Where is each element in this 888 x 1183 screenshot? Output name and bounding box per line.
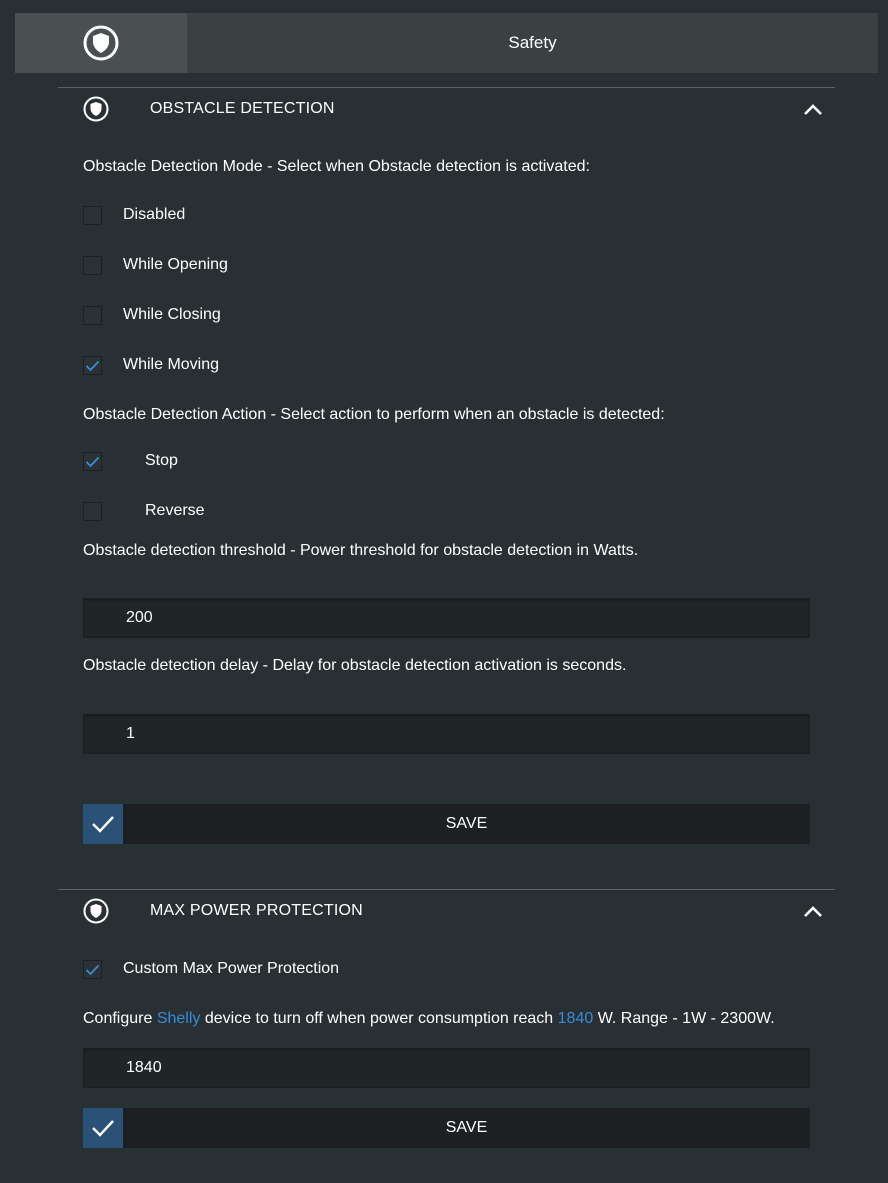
checkbox[interactable]: [83, 452, 102, 471]
save-button-label: SAVE: [445, 1119, 488, 1136]
collapse-chevron-icon[interactable]: [802, 103, 824, 122]
delay-prompt: Obstacle detection delay - Delay for obs…: [83, 657, 627, 674]
action-option-label: Reverse: [145, 502, 205, 519]
obstacle-save-button[interactable]: SAVE: [123, 804, 810, 844]
threshold-input[interactable]: 200: [83, 598, 810, 638]
shield-icon: [83, 25, 119, 61]
power-limit-value: 1840: [557, 1010, 594, 1027]
save-check-icon-box[interactable]: [83, 1108, 123, 1148]
mode-option-label: While Opening: [123, 256, 228, 273]
description-middle: device to turn off when power consumptio…: [200, 1010, 558, 1027]
checkbox[interactable]: [83, 206, 102, 225]
action-prompt: Obstacle Detection Action - Select actio…: [83, 406, 665, 423]
mode-option-while-closing[interactable]: [83, 306, 102, 325]
max-power-section-title: MAX POWER PROTECTION: [150, 902, 363, 919]
section-divider: [58, 87, 835, 88]
collapse-chevron-icon[interactable]: [802, 905, 824, 924]
action-option-label: Stop: [145, 452, 178, 469]
device-name: Shelly: [156, 1010, 201, 1027]
obstacle-shield-icon: [83, 96, 109, 127]
max-power-shield-icon: [83, 898, 109, 929]
action-option-stop[interactable]: [83, 452, 102, 471]
checkbox[interactable]: [83, 256, 102, 275]
checkbox[interactable]: [83, 502, 102, 521]
obstacle-section-title: OBSTACLE DETECTION: [150, 100, 335, 117]
checkmark-icon: [85, 360, 100, 371]
mode-option-label: While Closing: [123, 306, 221, 323]
max-power-input-value: 1840: [126, 1059, 162, 1076]
checkbox[interactable]: [83, 960, 102, 979]
delay-input-value: 1: [126, 725, 135, 742]
custom-max-power-checkbox[interactable]: [83, 960, 102, 979]
section-divider: [58, 889, 835, 890]
description-suffix: W. Range - 1W - 2300W.: [593, 1010, 775, 1027]
checkbox[interactable]: [83, 306, 102, 325]
action-option-reverse[interactable]: [83, 502, 102, 521]
checkmark-icon: [92, 816, 114, 833]
description-prefix: Configure: [83, 1010, 157, 1027]
threshold-input-value: 200: [126, 609, 153, 626]
mode-option-label: Disabled: [123, 206, 186, 223]
page-title: Safety: [187, 13, 878, 73]
save-check-icon-box[interactable]: [83, 804, 123, 844]
mode-option-while-moving[interactable]: [83, 356, 102, 375]
mode-prompt: Obstacle Detection Mode - Select when Ob…: [83, 158, 590, 175]
checkmark-icon: [92, 1120, 114, 1137]
checkmark-icon: [85, 456, 100, 467]
max-power-input[interactable]: 1840: [83, 1048, 810, 1088]
mode-option-while-opening[interactable]: [83, 256, 102, 275]
save-button-label: SAVE: [445, 815, 488, 832]
checkbox[interactable]: [83, 356, 102, 375]
header-icon-tab[interactable]: [15, 13, 187, 73]
threshold-prompt: Obstacle detection threshold - Power thr…: [83, 542, 639, 559]
max-power-save-button[interactable]: SAVE: [123, 1108, 810, 1148]
mode-option-disabled[interactable]: [83, 206, 102, 225]
delay-input[interactable]: 1: [83, 714, 810, 754]
mode-option-label: While Moving: [123, 356, 220, 373]
custom-max-power-label: Custom Max Power Protection: [123, 960, 340, 977]
max-power-description: Configure Shelly device to turn off when…: [83, 1009, 775, 1029]
checkmark-icon: [85, 964, 100, 975]
page-title-text: Safety: [508, 33, 557, 52]
